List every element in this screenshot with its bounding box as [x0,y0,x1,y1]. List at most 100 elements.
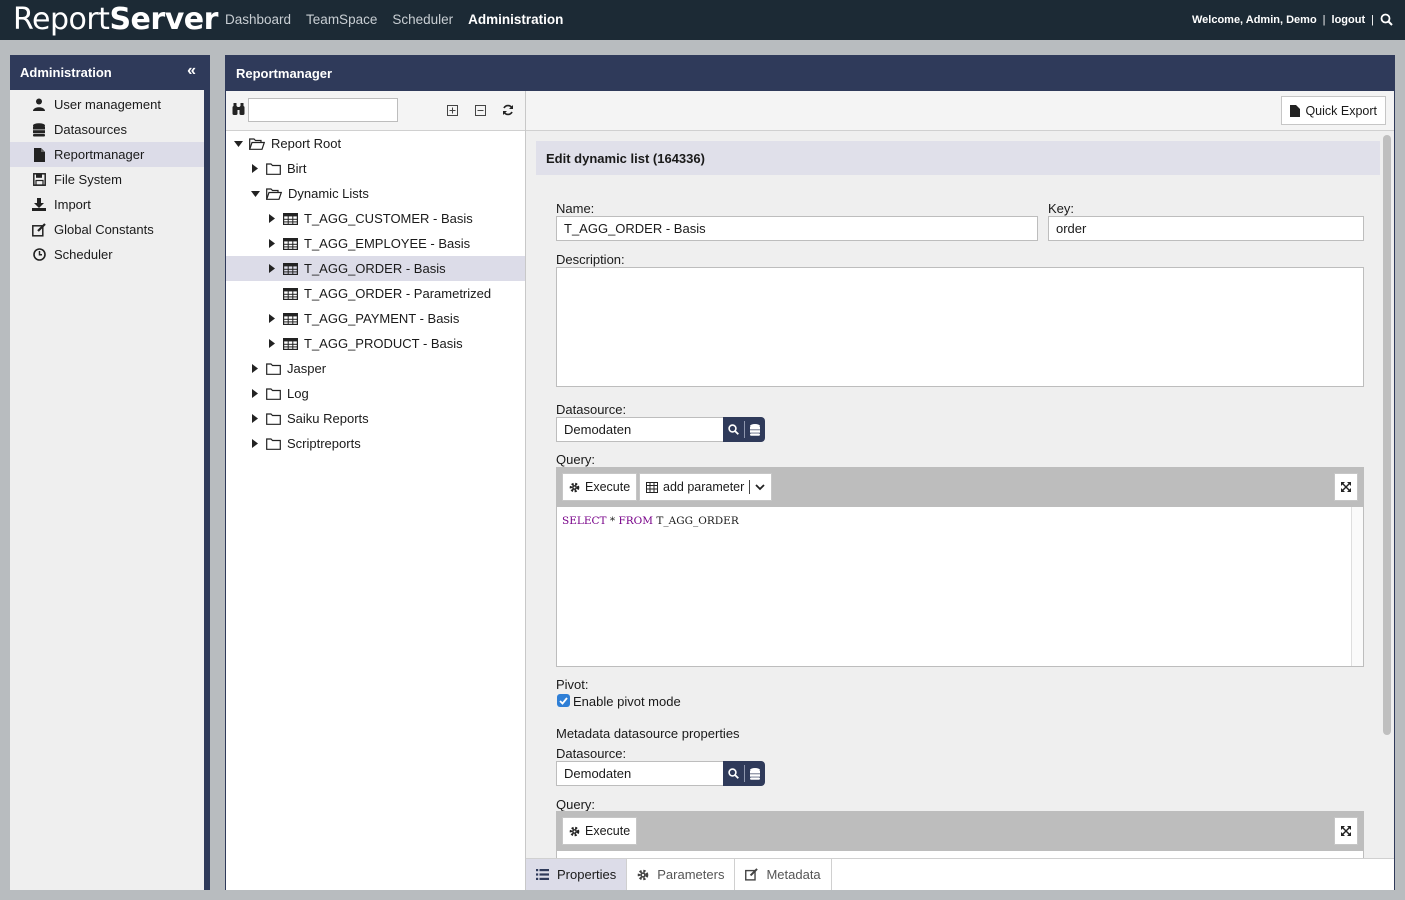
database-icon[interactable] [749,767,760,780]
tree-node-t-agg-order-parametrized[interactable]: T_AGG_ORDER - Parametrized [283,281,491,306]
search-icon[interactable] [728,768,740,779]
tree-node-label: Report Root [271,136,342,151]
query-code[interactable]: SELECT * FROM T_AGG_ORDER [562,515,739,527]
add-parameter-button[interactable]: add parameter [639,473,773,501]
collapse-all-icon[interactable] [473,103,487,117]
search-icon[interactable] [1380,13,1393,26]
admin-item-global-constants[interactable]: Global Constants [10,217,204,242]
execute-button[interactable]: Execute [562,473,638,501]
database-icon[interactable] [749,423,760,436]
nav-scheduler[interactable]: Scheduler [392,12,453,27]
tree-node-report-root[interactable]: Report Root [232,131,341,156]
chevron-down-icon[interactable] [755,483,765,491]
database-icon [32,122,46,137]
tab-metadata[interactable]: Metadata [735,859,832,890]
tree-node-jasper[interactable]: Jasper [249,356,326,381]
vertical-scrollbar[interactable] [1383,135,1391,735]
admin-item-user-management[interactable]: User management [10,92,204,117]
tree-node-t-agg-order-basis[interactable]: T_AGG_ORDER - Basis [266,256,446,281]
caret-right-icon[interactable] [249,439,261,448]
pivot-checkbox[interactable] [557,694,570,707]
datasource-field[interactable]: Demodaten [556,417,724,442]
name-field[interactable]: T_AGG_ORDER - Basis [556,216,1038,241]
tree-node-dynamic-lists[interactable]: Dynamic Lists [249,181,369,206]
divider [743,765,745,782]
admin-item-label: File System [54,172,122,187]
meta-query-editor: Execute [556,811,1364,858]
maximize-button[interactable] [1334,817,1358,845]
refresh-icon[interactable] [501,103,515,117]
tree-node-label: T_AGG_CUSTOMER - Basis [304,211,473,226]
tree-node-t-agg-employee[interactable]: T_AGG_EMPLOYEE - Basis [266,231,470,256]
tree-node-birt[interactable]: Birt [249,156,307,181]
tree-node-t-agg-customer[interactable]: T_AGG_CUSTOMER - Basis [266,206,473,231]
tree-node-t-agg-product[interactable]: T_AGG_PRODUCT - Basis [266,331,463,356]
admin-item-reportmanager[interactable]: Reportmanager [10,142,204,167]
maximize-button[interactable] [1334,473,1358,501]
list-icon [536,869,549,880]
caret-down-icon[interactable] [249,190,261,197]
nav-administration[interactable]: Administration [468,12,563,27]
admin-item-file-system[interactable]: File System [10,167,204,192]
query-label: Query: [556,452,596,467]
caret-right-icon[interactable] [266,239,278,248]
admin-item-datasources[interactable]: Datasources [10,117,204,142]
collapse-icon[interactable]: « [187,63,196,79]
reportmanager-panel: Reportmanager Report Root Birt Dynamic L… [225,55,1395,890]
tab-properties[interactable]: Properties [526,859,628,890]
edit-icon [745,868,759,881]
tree-node-t-agg-payment[interactable]: T_AGG_PAYMENT - Basis [266,306,459,331]
code-scrollbar[interactable] [1351,507,1363,666]
tree-node-log[interactable]: Log [249,381,309,406]
separator: | [1371,13,1374,26]
meta-datasource-field[interactable]: Demodaten [556,761,724,786]
caret-down-icon[interactable] [232,140,244,147]
admin-item-label: Global Constants [54,222,154,237]
tree-node-saiku-reports[interactable]: Saiku Reports [249,406,369,431]
main-panel-title: Reportmanager [236,66,333,81]
meta-execute-button[interactable]: Execute [562,817,638,845]
tree-node-scriptreports[interactable]: Scriptreports [249,431,361,456]
tab-parameters[interactable]: Parameters [627,859,736,890]
editor-pane: Quick Export Edit dynamic list (164336) … [526,91,1394,858]
table-icon [283,287,298,300]
form-title: Edit dynamic list (164336) [536,141,1380,175]
save-icon [32,173,46,187]
main-nav: Dashboard TeamSpace Scheduler Administra… [225,12,563,27]
search-icon[interactable] [728,424,740,435]
folder-icon [266,162,281,175]
tree-node-label: Jasper [287,361,327,376]
caret-right-icon[interactable] [249,389,261,398]
main-panel-header: Reportmanager [226,56,1394,91]
caret-right-icon[interactable] [249,414,261,423]
caret-right-icon[interactable] [249,364,261,373]
caret-right-icon[interactable] [266,264,278,273]
caret-right-icon[interactable] [266,314,278,323]
admin-item-scheduler[interactable]: Scheduler [10,242,204,267]
nav-teamspace[interactable]: TeamSpace [306,12,377,27]
top-bar: ReportServer Dashboard TeamSpace Schedul… [0,0,1405,40]
folder-icon [266,362,281,375]
tree-search-input[interactable] [248,98,398,122]
caret-right-icon[interactable] [249,164,261,173]
app-logo[interactable]: ReportServer [13,2,218,37]
admin-item-label: Datasources [54,122,127,137]
caret-right-icon[interactable] [266,339,278,348]
query-editor: Execute add parameter SELECT * FROM T_AG… [556,467,1364,667]
tree-node-label: Dynamic Lists [288,186,369,201]
report-tree-pane: Report Root Birt Dynamic Lists T_AGG_CUS… [226,91,526,890]
description-field[interactable] [556,267,1364,387]
editor-toolbar: Quick Export [526,91,1394,131]
name-label: Name: [556,201,595,216]
binoculars-icon [232,103,245,118]
table-icon [283,312,298,325]
expand-all-icon[interactable] [445,103,459,117]
key-field[interactable]: order [1048,216,1364,241]
logout-link[interactable]: logout [1332,14,1366,26]
divider [743,421,745,438]
caret-right-icon[interactable] [266,214,278,223]
nav-dashboard[interactable]: Dashboard [225,12,291,27]
quick-export-button[interactable]: Quick Export [1281,96,1386,125]
admin-item-import[interactable]: Import [10,192,204,217]
admin-menu: User management Datasources Reportmanage… [10,90,204,267]
